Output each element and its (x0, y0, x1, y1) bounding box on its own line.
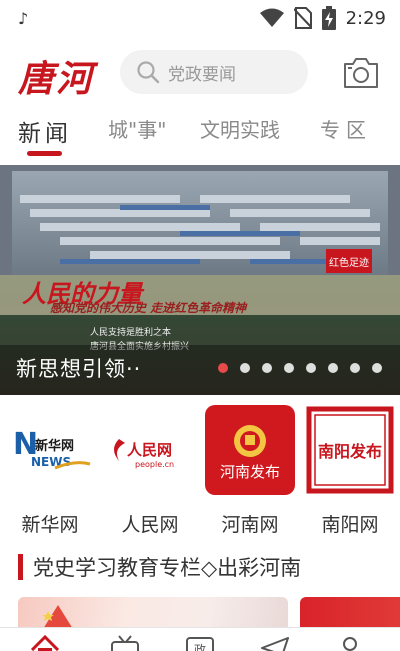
carousel-dot-7[interactable] (350, 363, 360, 373)
home-icon[interactable] (30, 634, 60, 651)
nanyang-release-logo: 南阳发布 (305, 405, 395, 495)
app-header: 唐河 党政要闻 (0, 36, 400, 108)
portal-henan[interactable]: 河南发布 河南网 (200, 402, 300, 542)
portal-label-people: 人民网 (121, 514, 179, 536)
portal-nanyang[interactable]: 南阳发布 南阳网 (300, 402, 400, 542)
send-icon[interactable] (260, 634, 290, 651)
xinhua-logo-sub: NEWS (31, 455, 71, 469)
category-tabs: 新闻 城"事" 文明实践 专区 (0, 108, 400, 160)
henan-logo-text: 河南发布 (220, 463, 280, 481)
portal-label-xinhua: 新华网 (21, 514, 79, 536)
tab-civilization-practice[interactable]: 文明实践 (200, 114, 280, 143)
banner-corner-mark: 红色足迹 (329, 256, 369, 269)
profile-icon[interactable] (335, 634, 365, 651)
people-logo: 人民网 people.cn (105, 405, 195, 495)
clock: 2:29 (345, 7, 386, 29)
carousel-dot-5[interactable] (306, 363, 316, 373)
search-bar[interactable]: 党政要闻 (120, 50, 308, 94)
carousel-dot-3[interactable] (262, 363, 272, 373)
carousel-dots (218, 363, 382, 373)
status-bar: ♪ 2:29 (0, 0, 400, 36)
carousel-dot-1[interactable] (218, 363, 228, 373)
camera-icon[interactable] (342, 56, 380, 90)
government-icon[interactable]: 政 (185, 634, 215, 651)
portal-links: N 新华网 NEWS 新华网 人民网 people.cn 人民网 河南发布 河南… (0, 402, 400, 542)
wifi-icon (259, 8, 284, 27)
tab-news[interactable]: 新闻 (18, 114, 72, 148)
people-logo-text: 人民网 (127, 441, 172, 459)
carousel-dot-2[interactable] (240, 363, 250, 373)
search-placeholder: 党政要闻 (168, 64, 236, 85)
xinhua-logo-text: 新华网 (35, 438, 74, 454)
section-accent-bar (18, 554, 23, 580)
portal-label-nanyang: 南阳网 (321, 514, 379, 536)
tab-city-affairs[interactable]: 城"事" (108, 114, 166, 143)
portal-people[interactable]: 人民网 people.cn 人民网 (100, 402, 200, 542)
section-header: 党史学习教育专栏◇出彩河南 (18, 552, 301, 582)
tiktok-icon: ♪ (18, 9, 29, 28)
battery-charging-icon (321, 6, 336, 30)
search-icon (137, 61, 160, 84)
no-sim-icon (293, 7, 312, 29)
news-carousel[interactable]: 红色足迹 人民的力量 感知党的伟大历史 走进红色革命精神 人民支持是胜利之本 唐… (0, 165, 400, 395)
portal-label-henan: 河南网 (221, 514, 279, 536)
carousel-dot-4[interactable] (284, 363, 294, 373)
carousel-dot-6[interactable] (328, 363, 338, 373)
tv-icon[interactable] (110, 634, 140, 651)
section-title: 党史学习教育专栏◇出彩河南 (33, 556, 302, 580)
people-logo-sub: people.cn (135, 460, 174, 469)
app-logo: 唐河 (18, 58, 95, 100)
banner-image-subheading: 感知党的伟大历史 走进红色革命精神 (50, 301, 248, 315)
active-tab-indicator (27, 151, 62, 156)
bottom-navigation: 政 (0, 627, 400, 651)
nanyang-logo-text: 南阳发布 (318, 442, 382, 461)
xinhua-logo: N 新华网 NEWS (5, 405, 95, 495)
tab-special-zone[interactable]: 专区 (320, 114, 372, 143)
carousel-dot-8[interactable] (372, 363, 382, 373)
henan-release-logo: 河南发布 (205, 405, 295, 495)
banner-title: 新思想引领·· (16, 357, 142, 381)
portal-xinhua[interactable]: N 新华网 NEWS 新华网 (0, 402, 100, 542)
banner-image-line-1: 人民支持是胜利之本 (90, 326, 171, 338)
status-icons: 2:29 (259, 6, 386, 30)
